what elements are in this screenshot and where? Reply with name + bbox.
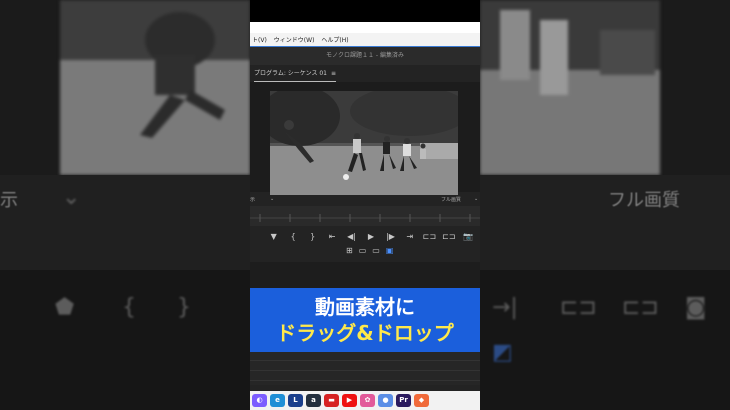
caption-line-2: ドラッグ&ドロップ [276, 321, 454, 345]
menu-item-help[interactable]: ヘルプ(H) [321, 35, 348, 44]
background-right: フル画質 →| ⊏⊐ ⊏⊐ ◙ ◩ [480, 0, 730, 410]
background-lower-left [0, 270, 250, 410]
play-button[interactable]: ▶ [361, 230, 380, 244]
youtube-icon[interactable]: ▶ [342, 394, 357, 407]
menu-item-window[interactable]: ウィンドウ(W) [274, 35, 315, 44]
chevron-down-icon: ⌄ [62, 185, 81, 210]
tab-program-monitor[interactable]: プログラム: シーケンス 01 ≡ [254, 68, 337, 82]
overwrite-button[interactable]: ▭ [359, 245, 367, 257]
step-back-button[interactable]: ◀| [342, 230, 361, 244]
extract-icon: ⊏⊐ [622, 295, 659, 320]
background-quality-label: フル画質 [608, 190, 680, 211]
paint-icon[interactable]: ◆ [414, 394, 429, 407]
window-top-strip [250, 22, 480, 33]
copilot-icon[interactable]: ◐ [252, 394, 267, 407]
out-point-icon: } [177, 295, 191, 320]
amazon-icon[interactable]: a [306, 394, 321, 407]
marker-icon: ⬟ [55, 295, 75, 320]
background-band-right [480, 175, 730, 270]
timebar-ticks [250, 214, 480, 222]
comparison-view-button[interactable]: ▣ [386, 245, 394, 257]
display-setting[interactable]: 示 [250, 196, 255, 203]
window-title: モノクロ課題１１ - 編集済み [250, 47, 480, 65]
go-to-in-button[interactable]: ⇤ [322, 230, 341, 244]
taskbar: ◐ e L a ▬ ▶ ✿ ● Pr ◆ [250, 391, 480, 410]
go-to-out-button[interactable]: ⇥ [400, 230, 419, 244]
display-dropdown-icon[interactable]: ⌄ [270, 196, 274, 202]
quality-chevron-icon[interactable]: ⌄ [474, 196, 478, 202]
panel-gap [250, 262, 480, 288]
photos-icon[interactable]: ✿ [360, 394, 375, 407]
safe-margins-button[interactable]: ▭ [372, 245, 380, 257]
go-to-out-icon: →| [492, 295, 518, 320]
background-display-label: 示 [0, 190, 18, 211]
tab-label: プログラム: シーケンス 01 [254, 70, 327, 77]
background-lower-right [480, 270, 730, 410]
monitor-controls: 示 ⌄ フル画質 ⌄ [250, 195, 480, 205]
menu-item-view[interactable]: ト(V) [252, 35, 267, 44]
extract-button[interactable]: ⊏⊐ [439, 230, 458, 244]
mark-in-button[interactable]: { [283, 230, 302, 244]
step-forward-button[interactable]: |▶ [381, 230, 400, 244]
caption-banner: 動画素材に ドラッグ&ドロップ [250, 288, 480, 352]
transport-controls-row2: ⊞ ▭ ▭ ▣ [346, 245, 393, 257]
colorful-app-icon[interactable]: ● [378, 394, 393, 407]
track-line [250, 380, 480, 381]
premiere-window: ト(V) ウィンドウ(W) ヘルプ(H) モノクロ課題１１ - 編集済み プログ… [250, 0, 480, 410]
in-point-icon: { [122, 295, 136, 320]
top-black-bar [250, 0, 480, 22]
overwrite-icon: ◩ [492, 340, 513, 365]
premiere-icon[interactable]: Pr [396, 394, 411, 407]
background-band-left [0, 175, 250, 270]
quality-dropdown[interactable]: フル画質 [441, 196, 461, 203]
panel-menu-icon[interactable]: ≡ [331, 68, 336, 80]
timeline-panel [250, 352, 480, 385]
lift-button[interactable]: ⊏⊐ [420, 230, 439, 244]
track-line [250, 370, 480, 371]
video-frame[interactable] [270, 91, 458, 195]
red-app-icon[interactable]: ▬ [324, 394, 339, 407]
transport-controls: ▼ { } ⇤ ◀| ▶ |▶ ⇥ ⊏⊐ ⊏⊐ 📷 [264, 230, 478, 244]
monitor-timebar[interactable] [250, 206, 480, 226]
menu-bar: ト(V) ウィンドウ(W) ヘルプ(H) [250, 33, 480, 47]
lift-icon: ⊏⊐ [560, 295, 597, 320]
camera-icon: ◙ [685, 295, 707, 320]
insert-button[interactable]: ⊞ [346, 245, 353, 257]
background-photo-right [480, 0, 660, 175]
program-monitor [250, 82, 480, 195]
mark-out-button[interactable]: } [303, 230, 322, 244]
track-line [250, 360, 480, 361]
edge-icon[interactable]: e [270, 394, 285, 407]
l-app-icon[interactable]: L [288, 394, 303, 407]
caption-line-1: 動画素材に [315, 295, 415, 319]
add-marker-button[interactable]: ▼ [264, 230, 283, 244]
background-photo-left [60, 0, 250, 175]
export-frame-button[interactable]: 📷 [459, 230, 478, 244]
background-left: 示 ⌄ ⬟ { } [0, 0, 250, 410]
